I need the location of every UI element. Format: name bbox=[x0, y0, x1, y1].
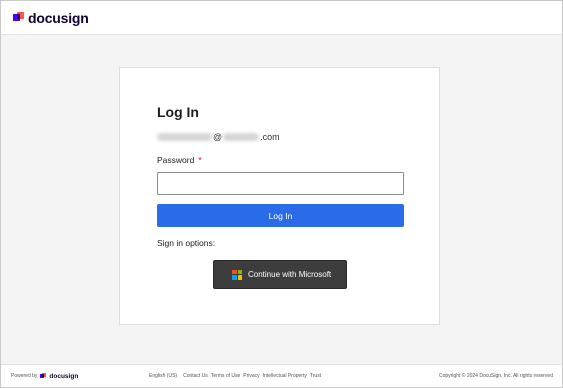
continue-with-microsoft-button[interactable]: Continue with Microsoft bbox=[213, 260, 347, 289]
footer-link-privacy[interactable]: Privacy bbox=[243, 373, 259, 379]
sign-in-options-label: Sign in options: bbox=[157, 238, 216, 248]
footer-links: English (US) Contact Us Terms of Use Pri… bbox=[149, 373, 321, 379]
powered-by-text: Powered by bbox=[11, 373, 38, 379]
email-at: @ bbox=[213, 132, 223, 142]
microsoft-logo-icon bbox=[232, 269, 242, 280]
required-marker: * bbox=[198, 155, 202, 165]
brand-name: docusign bbox=[28, 9, 89, 26]
email-username-redacted bbox=[157, 133, 212, 141]
email-display: @ .com bbox=[157, 132, 280, 142]
email-domain-redacted bbox=[223, 133, 260, 141]
page-title: Log In bbox=[157, 104, 199, 120]
password-field[interactable] bbox=[157, 172, 404, 195]
microsoft-button-label: Continue with Microsoft bbox=[248, 270, 332, 279]
top-bar: docusign bbox=[1, 1, 562, 35]
footer-link-contact[interactable]: Contact Us bbox=[183, 373, 208, 379]
footer-link-trust[interactable]: Trust bbox=[310, 373, 321, 379]
footer-link-ip[interactable]: Intellectual Property bbox=[263, 373, 307, 379]
footer: Powered by docusign English (US) Contact… bbox=[1, 364, 562, 387]
footer-brand: docusign bbox=[49, 372, 79, 380]
docusign-logo-icon bbox=[13, 12, 24, 23]
password-label: Password * bbox=[157, 155, 202, 165]
login-button[interactable]: Log In bbox=[157, 204, 404, 227]
footer-link-terms[interactable]: Terms of Use bbox=[211, 373, 240, 379]
login-card: Log In @ .com Password * Log In Sign in o… bbox=[119, 67, 440, 325]
docusign-logo-icon bbox=[40, 373, 47, 379]
language-selector[interactable]: English (US) bbox=[149, 373, 177, 379]
copyright: Copyright © 2024 DocuSign, Inc. All righ… bbox=[438, 373, 553, 379]
powered-by: Powered by docusign bbox=[11, 373, 78, 380]
password-label-text: Password bbox=[157, 155, 195, 165]
email-tld: .com bbox=[260, 132, 280, 142]
brand-logo: docusign bbox=[13, 10, 89, 26]
